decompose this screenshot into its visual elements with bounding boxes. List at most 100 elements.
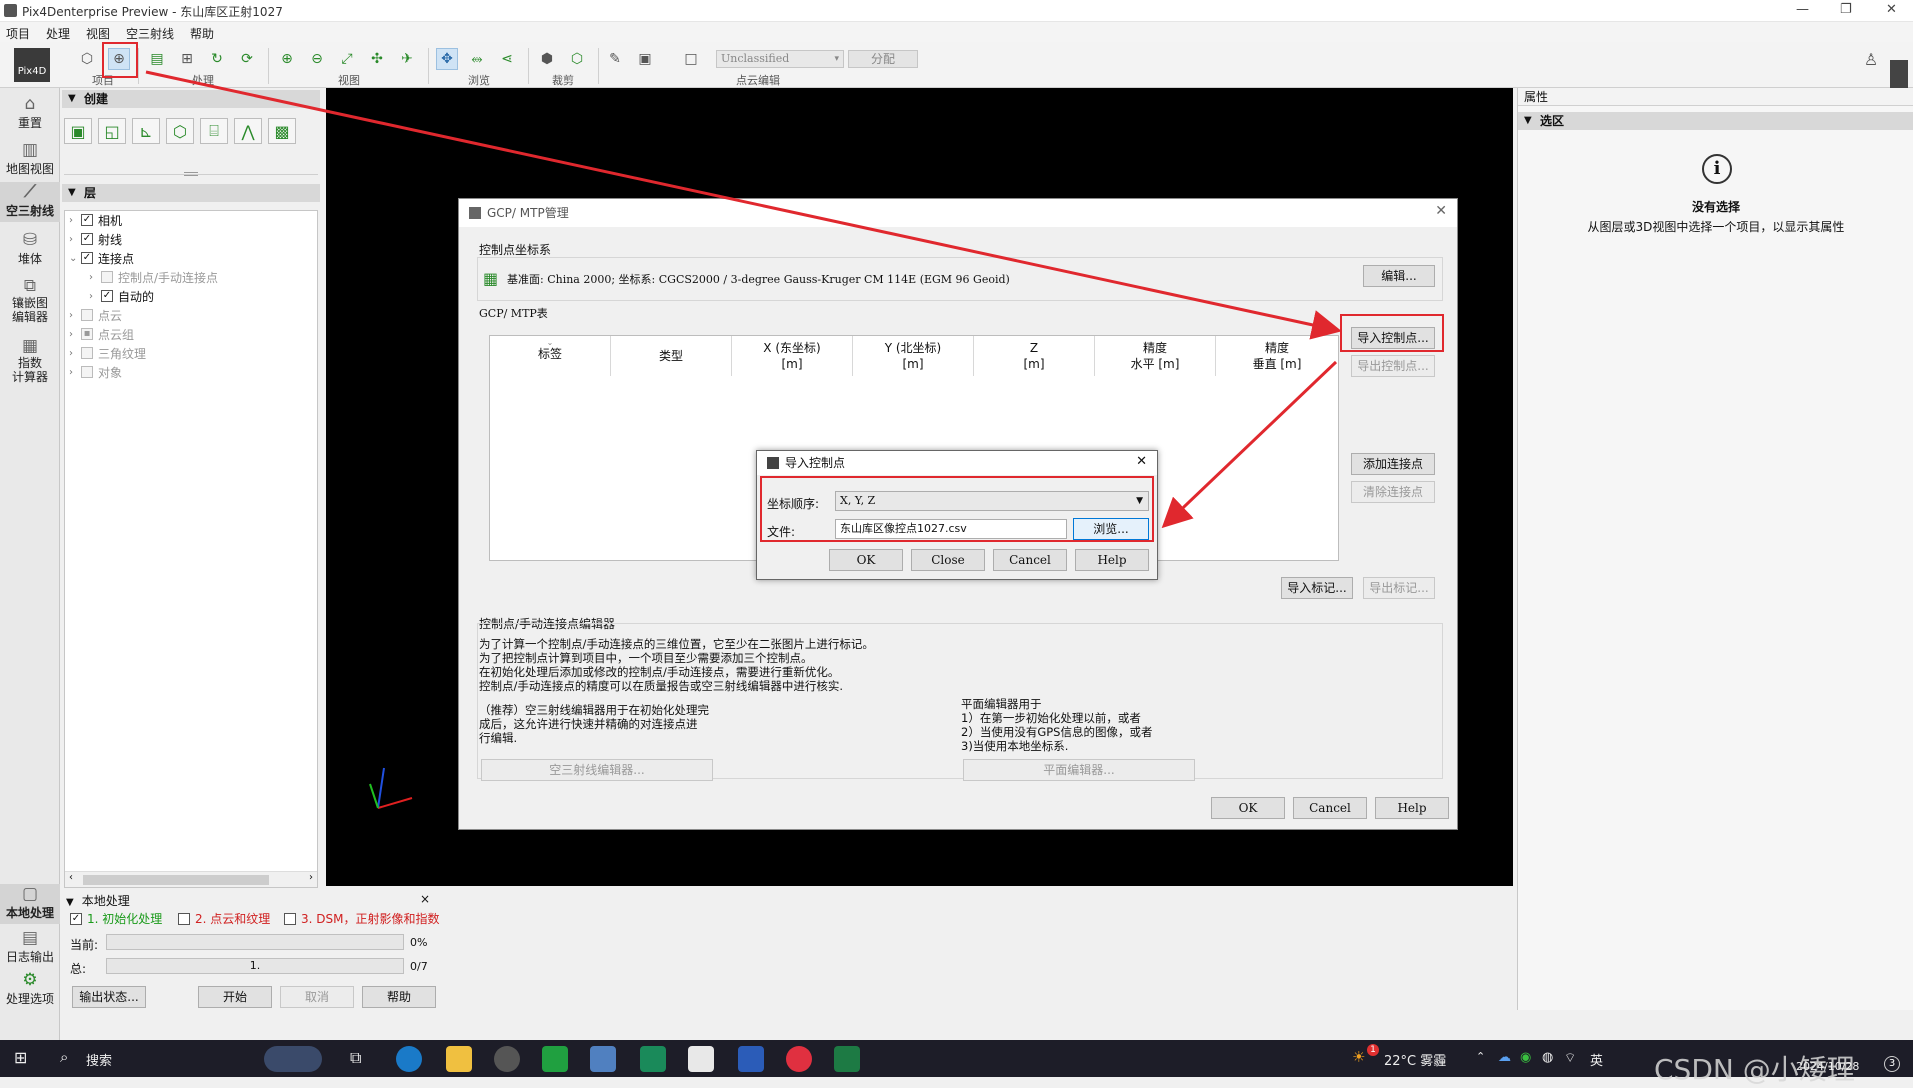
cancel-processing-button[interactable]: 取消 bbox=[280, 986, 354, 1008]
help-processing-button[interactable]: 帮助 bbox=[362, 986, 436, 1008]
ray-editor-button[interactable]: 空三射线编辑器... bbox=[481, 759, 713, 781]
rail-log[interactable]: ▤ 日志输出 bbox=[0, 928, 60, 965]
create-surface-icon[interactable]: ◱ bbox=[98, 118, 126, 144]
output-status-button[interactable]: 输出状态... bbox=[72, 986, 146, 1008]
splitter-handle[interactable] bbox=[184, 172, 198, 176]
close-icon[interactable]: ✕ bbox=[1435, 203, 1447, 219]
layer-point-groups[interactable]: › ▪ 点云组 bbox=[69, 325, 134, 343]
selection-section-header[interactable]: ▼ 选区 bbox=[1518, 112, 1913, 130]
crop-box-icon[interactable]: ⬢ bbox=[536, 48, 558, 70]
tray-app-icon[interactable]: ◍ bbox=[1542, 1050, 1553, 1065]
edge-icon[interactable] bbox=[396, 1046, 422, 1072]
tray-wechat-icon[interactable]: ◉ bbox=[1520, 1050, 1531, 1065]
tray-cloud-icon[interactable]: ☁ bbox=[1498, 1050, 1511, 1065]
create-camera-icon[interactable]: ⌸ bbox=[200, 118, 228, 144]
help-button[interactable]: Help bbox=[1375, 797, 1449, 819]
close-icon[interactable]: ✕ bbox=[1886, 2, 1897, 17]
reprocess-icon[interactable]: ↻ bbox=[206, 48, 228, 70]
folder-icon[interactable] bbox=[446, 1046, 472, 1072]
minimize-icon[interactable]: — bbox=[1796, 2, 1809, 17]
weather-text[interactable]: 22°C 雾霾 bbox=[1384, 1050, 1446, 1069]
edit-coord-button[interactable]: 编辑... bbox=[1363, 265, 1435, 287]
ok-button[interactable]: OK bbox=[1211, 797, 1285, 819]
tray-network-icon[interactable]: ⌔ bbox=[1564, 1050, 1576, 1066]
search-icon[interactable]: ⌕ bbox=[60, 1048, 68, 1066]
class-select[interactable]: Unclassified ▾ bbox=[716, 50, 844, 68]
checkbox-automatic[interactable]: ✓ bbox=[101, 290, 113, 302]
checkbox-point-cloud[interactable] bbox=[81, 309, 93, 321]
restore-icon[interactable]: ❐ bbox=[1840, 2, 1852, 17]
plane-editor-button[interactable]: 平面编辑器... bbox=[963, 759, 1195, 781]
zoom-in-icon[interactable]: ⊕ bbox=[276, 48, 298, 70]
checkbox-step-1[interactable]: ✓ bbox=[70, 912, 82, 925]
step-1[interactable]: ✓ 1. 初始化处理 bbox=[70, 910, 162, 927]
import-close-button[interactable]: Close bbox=[911, 549, 985, 571]
create-axis-icon[interactable]: ⊾ bbox=[132, 118, 160, 144]
layer-point-cloud[interactable]: › 点云 bbox=[69, 306, 122, 324]
rail-local-processing[interactable]: ▢ 本地处理 bbox=[0, 884, 60, 924]
new-process-icon[interactable]: ▤ bbox=[146, 48, 168, 70]
layer-tie-points[interactable]: ⌄ ✓ 连接点 bbox=[69, 249, 134, 267]
project-icon[interactable]: ⬡ bbox=[76, 48, 98, 70]
close-icon[interactable]: ✕ bbox=[1136, 454, 1147, 469]
navigate-icon[interactable]: ✥ bbox=[436, 48, 458, 70]
orbit-icon[interactable]: ⋖ bbox=[496, 48, 518, 70]
ime-indicator[interactable]: 英 bbox=[1590, 1050, 1603, 1069]
app-icon-2[interactable] bbox=[542, 1046, 568, 1072]
import-ok-button[interactable]: OK bbox=[829, 549, 903, 571]
crop-cube-icon[interactable]: ⬡ bbox=[566, 48, 588, 70]
layer-cameras[interactable]: › ✓ 相机 bbox=[69, 211, 122, 229]
taskbar-search[interactable]: 搜索 bbox=[86, 1050, 112, 1069]
checkbox-step-3[interactable] bbox=[284, 912, 296, 925]
rail-volume[interactable]: ⛁ 堆体 bbox=[0, 230, 60, 267]
app-icon-5[interactable] bbox=[786, 1046, 812, 1072]
checkbox-step-2[interactable] bbox=[178, 912, 190, 925]
scroll-left-icon[interactable]: ‹ bbox=[69, 872, 73, 883]
create-grid-icon[interactable]: ▩ bbox=[268, 118, 296, 144]
create-polyline-icon[interactable]: ▣ bbox=[64, 118, 92, 144]
cancel-button[interactable]: Cancel bbox=[1293, 797, 1367, 819]
remove-tie-point-button[interactable]: 清除连接点 bbox=[1351, 481, 1435, 503]
export-marks-button[interactable]: 导出标记... bbox=[1363, 577, 1435, 599]
step-3[interactable]: 3. DSM，正射影像和指数 bbox=[284, 910, 439, 927]
fly-icon[interactable]: ⥈ bbox=[466, 48, 488, 70]
menu-help[interactable]: 帮助 bbox=[190, 25, 214, 42]
create-section-header[interactable]: ▼ 创建 bbox=[62, 90, 320, 108]
checkbox-cameras[interactable]: ✓ bbox=[81, 214, 93, 226]
windows-start-icon[interactable]: ⊞ bbox=[14, 1048, 27, 1067]
layer-mesh[interactable]: › 三角纹理 bbox=[69, 344, 146, 362]
app-icon-4[interactable] bbox=[640, 1046, 666, 1072]
refresh-icon[interactable]: ⟳ bbox=[236, 48, 258, 70]
rail-calculator[interactable]: ▦ 指数 计算器 bbox=[0, 336, 60, 384]
layer-gcp-mtp[interactable]: › 控制点/手动连接点 bbox=[89, 268, 218, 286]
zoom-out-icon[interactable]: ⊖ bbox=[306, 48, 328, 70]
add-tie-point-button[interactable]: 添加连接点 bbox=[1351, 453, 1435, 475]
layer-automatic[interactable]: › ✓ 自动的 bbox=[89, 287, 154, 305]
user-icon[interactable]: ♙ bbox=[1860, 48, 1882, 70]
expand-icon[interactable]: ✣ bbox=[366, 48, 388, 70]
rail-reset[interactable]: ⌂ 重置 bbox=[0, 94, 60, 131]
import-cancel-button[interactable]: Cancel bbox=[993, 549, 1067, 571]
horizontal-scrollbar[interactable]: ‹ › bbox=[65, 871, 317, 887]
checkbox-objects[interactable] bbox=[81, 366, 93, 378]
excel-icon[interactable] bbox=[834, 1046, 860, 1072]
layer-rays[interactable]: › ✓ 射线 bbox=[69, 230, 122, 248]
notification-badge[interactable]: 3 bbox=[1884, 1056, 1900, 1072]
scroll-thumb[interactable] bbox=[83, 875, 269, 885]
axis-view-icon[interactable]: ✈ bbox=[396, 48, 418, 70]
export-gcp-button[interactable]: 导出控制点... bbox=[1351, 355, 1435, 377]
close-icon[interactable]: × bbox=[420, 892, 430, 906]
select-icon[interactable]: ▣ bbox=[634, 48, 656, 70]
checkbox-mesh[interactable] bbox=[81, 347, 93, 359]
rail-options[interactable]: ⚙ 处理选项 bbox=[0, 970, 60, 1007]
layers-section-header[interactable]: ▼ 层 bbox=[62, 184, 320, 202]
import-marks-button[interactable]: 导入标记... bbox=[1281, 577, 1353, 599]
task-view-icon[interactable]: ⧉ bbox=[350, 1048, 361, 1068]
word-icon[interactable] bbox=[738, 1046, 764, 1072]
rail-mosaic[interactable]: ⧉ 镶嵌图 编辑器 bbox=[0, 276, 60, 324]
rail-rays[interactable]: ⟋ 空三射线 bbox=[0, 182, 60, 222]
assign-button[interactable]: 分配 bbox=[848, 50, 918, 68]
menu-process[interactable]: 处理 bbox=[46, 25, 70, 42]
chevron-up-icon[interactable]: ⌃ bbox=[1476, 1050, 1485, 1063]
checkbox-gcp-mtp[interactable] bbox=[101, 271, 113, 283]
